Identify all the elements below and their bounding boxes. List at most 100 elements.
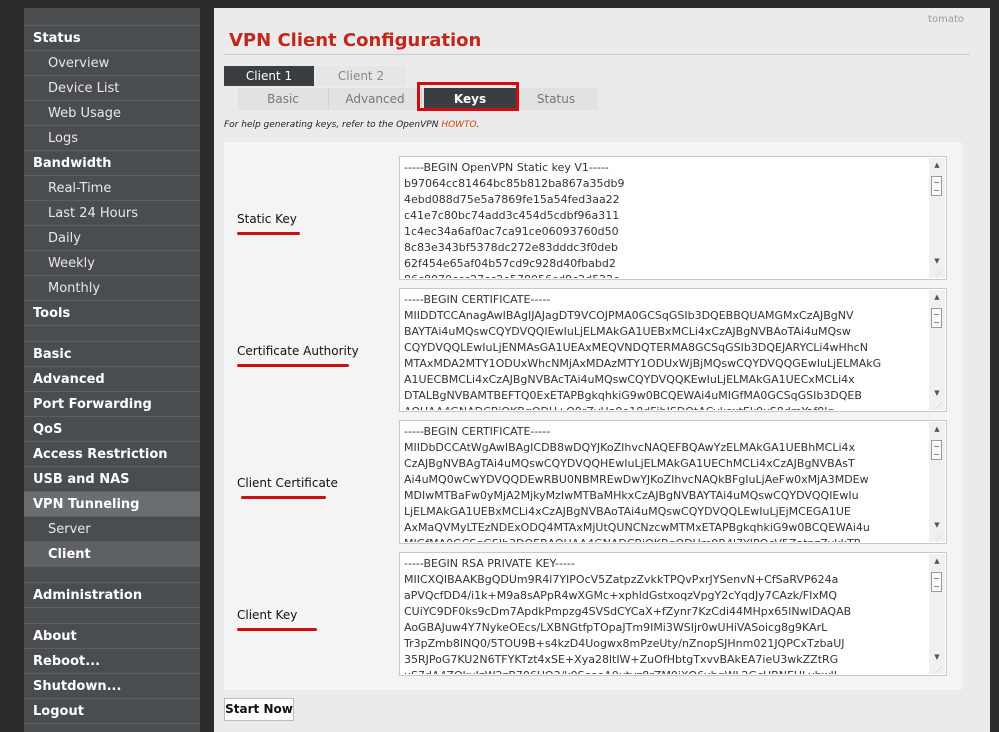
scroll-down-arrow-icon[interactable]: ▼ xyxy=(929,518,945,532)
certificate-authority-underline-annotation xyxy=(237,364,349,367)
sidebar-spacer xyxy=(24,567,200,583)
key-line: -----BEGIN CERTIFICATE----- xyxy=(404,293,551,306)
certificate-authority-scrollbar[interactable]: ▲ ▼ ⋰ xyxy=(929,290,945,410)
sidebar-item-server[interactable]: Server xyxy=(24,517,200,542)
key-line: c41e7c80bc74add3c454d5cdbf96a311 xyxy=(404,209,620,222)
sidebar-top-spacer xyxy=(24,8,200,26)
client-key-underline-annotation xyxy=(237,628,317,631)
key-line: AxMaQVMyLTEzNDExODQ4MTAxMjUtQUNCNzcwMTMx… xyxy=(404,521,870,534)
sidebar-item-usb-and-nas[interactable]: USB and NAS xyxy=(24,467,200,492)
sidebar-item-bandwidth[interactable]: Bandwidth xyxy=(24,151,200,176)
sidebar-item-logout[interactable]: Logout xyxy=(24,699,200,724)
client-certificate-label: Client Certificate xyxy=(237,476,338,490)
sidebar-item-administration[interactable]: Administration xyxy=(24,583,200,608)
key-line: MIIDDTCCAnagAwIBAgIJAJagDT9VCOJPMA0GCSqG… xyxy=(404,309,854,322)
sidebar-item-about[interactable]: About xyxy=(24,624,200,649)
help-text-suffix: . xyxy=(476,120,480,130)
scroll-up-arrow-icon[interactable]: ▲ xyxy=(929,554,945,568)
scroll-up-arrow-icon[interactable]: ▲ xyxy=(929,158,945,172)
scroll-down-arrow-icon[interactable]: ▼ xyxy=(929,650,945,664)
sidebar-item-shutdown[interactable]: Shutdown... xyxy=(24,674,200,699)
key-line: MTAxMDA2MTY1ODUxWhcNMjAxMDAzMTY1ODUxWjBj… xyxy=(404,357,882,370)
tab-status[interactable]: Status xyxy=(521,88,591,110)
scroll-thumb[interactable] xyxy=(931,176,942,196)
static-key-text: -----BEGIN OpenVPN Static key V1----- b97… xyxy=(404,160,924,278)
certificate-authority-label: Certificate Authority xyxy=(237,344,359,358)
key-line: Tr3pZmb8INQ0/5TOU9B+s4kzD4Uogwx8mPzeUty/… xyxy=(404,637,845,650)
key-line: AoGBAJuw4Y7NykeOEcs/LXBNGtfpTOpaJTm9IMi3… xyxy=(404,621,828,634)
title-divider xyxy=(224,54,970,55)
tab-client-2[interactable]: Client 2 xyxy=(316,66,406,86)
tab-basic[interactable]: Basic xyxy=(238,88,329,110)
sidebar-item-monthly[interactable]: Monthly xyxy=(24,276,200,301)
sidebar-item-port-forwarding[interactable]: Port Forwarding xyxy=(24,392,200,417)
resize-grip-icon[interactable]: ⋰ xyxy=(936,665,944,673)
key-line: CQYDVQQLEwIuLjENMAsGA1UEAxMEQVNDQTERMA8G… xyxy=(404,341,868,354)
scroll-down-arrow-icon[interactable]: ▼ xyxy=(929,254,945,268)
page-title: VPN Client Configuration xyxy=(229,30,482,51)
key-line: aPVQcfDD4/i1k+M9a8sAPpR4wXGMc+xphldGstxo… xyxy=(404,589,838,602)
tab-advanced[interactable]: Advanced xyxy=(329,88,422,110)
scroll-thumb[interactable] xyxy=(931,440,942,460)
sidebar-item-logs[interactable]: Logs xyxy=(24,126,200,151)
sidebar-item-basic[interactable]: Basic xyxy=(24,342,200,367)
client-key-textarea[interactable]: -----BEGIN RSA PRIVATE KEY----- MIICXQIBA… xyxy=(399,552,947,676)
client-key-scrollbar[interactable]: ▲ ▼ ⋰ xyxy=(929,554,945,674)
sidebar-item-last-24-hours[interactable]: Last 24 Hours xyxy=(24,201,200,226)
key-line: MIICXQIBAAKBgQDUm9R4l7YIPOcV5ZatpzZvkkTP… xyxy=(404,573,839,586)
key-line: 86c8070ccc27cc2e578056cd9c2d522c xyxy=(404,272,924,278)
client-key-label: Client Key xyxy=(237,608,298,622)
static-key-textarea[interactable]: -----BEGIN OpenVPN Static key V1----- b97… xyxy=(399,156,947,280)
sidebar-item-daily[interactable]: Daily xyxy=(24,226,200,251)
key-line: 35RJPoG7KU2N6TFYKTzt4xSE+Xya28ltIW+ZuOfH… xyxy=(404,653,839,666)
scroll-up-arrow-icon[interactable]: ▲ xyxy=(929,290,945,304)
section-tab-bar: Basic Advanced Keys Status xyxy=(238,88,598,110)
key-line: uS7dA4ZQkuIzW2zB706UO3/k0SceoA0utvz8rZM0… xyxy=(404,668,924,674)
help-text-body: For help generating keys, refer to the O… xyxy=(224,120,442,130)
key-line: MDIwMTBaFw0yMjA2MjkyMzIwMTBaMHkxCzAJBgNV… xyxy=(404,489,859,502)
scroll-thumb[interactable] xyxy=(931,572,942,592)
sidebar-spacer xyxy=(24,326,200,342)
sidebar-item-tools[interactable]: Tools xyxy=(24,301,200,326)
sidebar-item-real-time[interactable]: Real-Time xyxy=(24,176,200,201)
client-certificate-textarea[interactable]: -----BEGIN CERTIFICATE----- MIIDbDCCAtWgA… xyxy=(399,420,947,544)
sidebar-item-reboot[interactable]: Reboot... xyxy=(24,649,200,674)
sidebar-item-access-restriction[interactable]: Access Restriction xyxy=(24,442,200,467)
tab-keys[interactable]: Keys xyxy=(424,88,516,110)
sidebar-item-device-list[interactable]: Device List xyxy=(24,76,200,101)
certificate-authority-textarea[interactable]: -----BEGIN CERTIFICATE----- MIIDDTCCAnagA… xyxy=(399,288,947,412)
main-content: tomato VPN Client Configuration Client 1… xyxy=(214,8,990,732)
howto-link[interactable]: HOWTO xyxy=(441,120,476,130)
sidebar-item-vpn-tunneling[interactable]: VPN Tunneling xyxy=(24,492,200,517)
sidebar-item-status[interactable]: Status xyxy=(24,26,200,51)
key-line: A1UECBMCLi4xCzAJBgNVBAcTAi4uMQswCQYDVQQK… xyxy=(404,373,855,386)
client-certificate-scrollbar[interactable]: ▲ ▼ ⋰ xyxy=(929,422,945,542)
tab-client-1[interactable]: Client 1 xyxy=(224,66,314,86)
key-line: -----BEGIN OpenVPN Static key V1----- xyxy=(404,161,609,174)
key-line: DTALBgNVBAMTBEFTQ0ExETAPBgkqhkiG9w0BCQEW… xyxy=(404,389,862,402)
client-certificate-text: -----BEGIN CERTIFICATE----- MIIDbDCCAtWgA… xyxy=(404,424,924,542)
sidebar-item-web-usage[interactable]: Web Usage xyxy=(24,101,200,126)
sidebar-item-overview[interactable]: Overview xyxy=(24,51,200,76)
sidebar-item-weekly[interactable]: Weekly xyxy=(24,251,200,276)
resize-grip-icon[interactable]: ⋰ xyxy=(936,533,944,541)
scroll-up-arrow-icon[interactable]: ▲ xyxy=(929,422,945,436)
sidebar-item-advanced[interactable]: Advanced xyxy=(24,367,200,392)
resize-grip-icon[interactable]: ⋰ xyxy=(936,269,944,277)
key-line: BAYTAi4uMQswCQYDVQQIEwIuLjELMAkGA1UEBxMC… xyxy=(404,325,851,338)
key-line: AQUAA4GNADCBiQKBgQDU+Q9rZvUn9e18dFjhISDO… xyxy=(404,404,924,410)
key-line: -----BEGIN RSA PRIVATE KEY----- xyxy=(404,557,575,570)
start-now-button[interactable]: Start Now xyxy=(224,698,294,721)
keys-panel: Static Key -----BEGIN OpenVPN Static key … xyxy=(224,142,962,690)
scroll-down-arrow-icon[interactable]: ▼ xyxy=(929,386,945,400)
static-key-scrollbar[interactable]: ▲ ▼ ⋰ xyxy=(929,158,945,278)
scroll-thumb[interactable] xyxy=(931,308,942,328)
resize-grip-icon[interactable]: ⋰ xyxy=(936,401,944,409)
key-line: LjELMAkGA1UEBxMCLi4xCzAJBgNVBAoTAi4uMQsw… xyxy=(404,505,851,518)
key-line: 1c4ec34a6af0ac7ca91ce06093760d50 xyxy=(404,225,619,238)
sidebar-item-qos[interactable]: QoS xyxy=(24,417,200,442)
key-line: -----BEGIN CERTIFICATE----- xyxy=(404,425,551,438)
sidebar-item-client[interactable]: Client xyxy=(24,542,200,567)
key-line: 4ebd088d75e5a7869fe15a54fed3aa22 xyxy=(404,193,620,206)
key-line: 8c83e343bf5378dc272e83dddc3f0deb xyxy=(404,241,619,254)
